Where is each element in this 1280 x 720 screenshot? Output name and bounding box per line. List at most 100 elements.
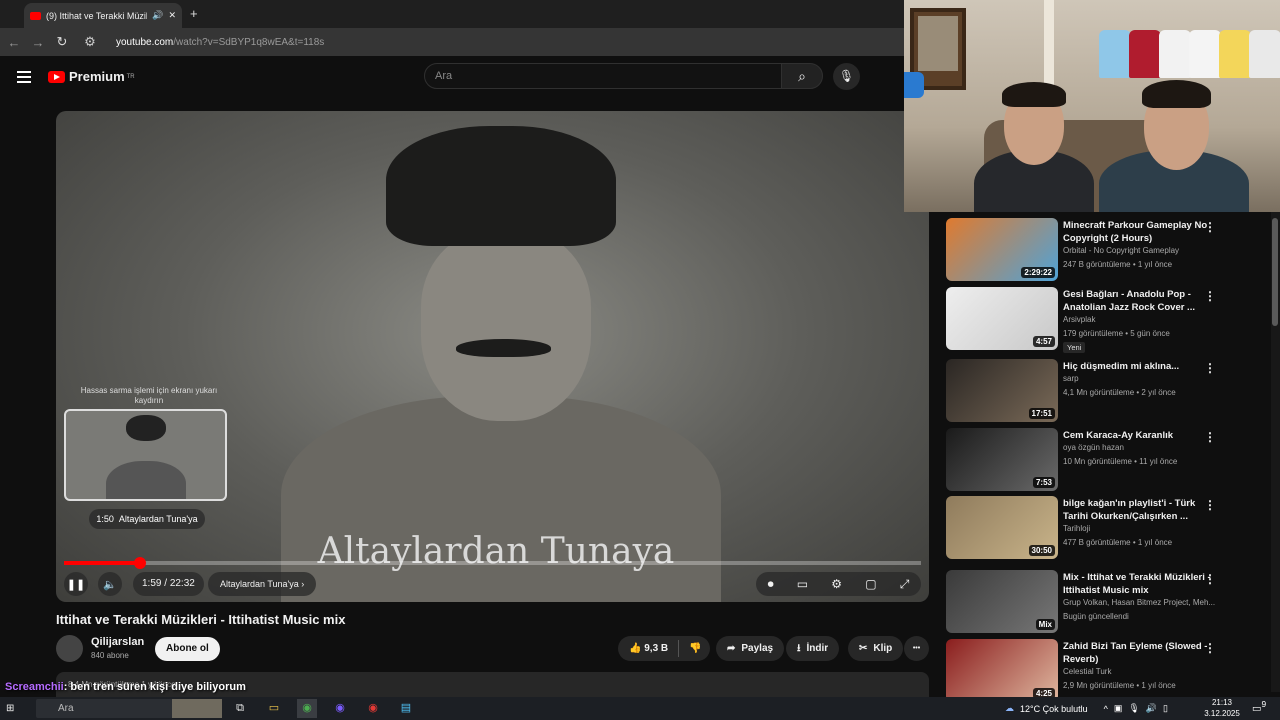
more-vert-icon[interactable]: ⋮ xyxy=(1204,220,1216,234)
video-title[interactable]: Hiç düşmedim mi aklına... xyxy=(1063,360,1223,373)
video-thumbnail[interactable]: 7:53 xyxy=(946,428,1058,491)
task-view-icon[interactable]: ⧉ xyxy=(230,699,250,718)
video-thumbnail[interactable]: 2:29:22 xyxy=(946,218,1058,281)
weather-text[interactable]: 12°C Çok bulutlu xyxy=(1020,704,1088,714)
file-explorer-icon[interactable]: ▭ xyxy=(264,699,284,718)
video-channel[interactable]: Orbital - No Copyright Gameplay xyxy=(1063,246,1179,255)
browser-tab[interactable]: (9) Ittihat ve Terakki Müzikle 🔊 ✕ xyxy=(24,3,182,28)
jersey xyxy=(1129,30,1161,78)
video-title[interactable]: Minecraft Parkour Gameplay No Copyright … xyxy=(1063,219,1223,245)
clip-label: Klip xyxy=(873,643,893,654)
channel-avatar[interactable] xyxy=(56,635,83,662)
video-overlay-title: Altaylardan Tunaya xyxy=(317,531,675,572)
chrome-icon[interactable]: ◉ xyxy=(297,699,317,718)
video-channel[interactable]: Celestial Turk xyxy=(1063,667,1111,676)
seek-hint: Hassas sarma işlemi için ekranı yukarı k… xyxy=(80,386,218,405)
taskbar-clock[interactable]: 21:13 3.12.2025 xyxy=(1202,697,1242,719)
video-title[interactable]: Cem Karaca-Ay Karanlık xyxy=(1063,429,1223,442)
site-info-icon[interactable]: ⚙ xyxy=(78,34,102,50)
tray-chevron-icon[interactable]: ^ xyxy=(1104,704,1108,714)
video-channel[interactable]: Tarihloji xyxy=(1063,524,1090,533)
video-thumbnail[interactable]: 17:51 xyxy=(946,359,1058,422)
video-thumbnail[interactable]: 30:50 xyxy=(946,496,1058,559)
subscribe-button[interactable]: Abone ol xyxy=(155,637,220,661)
clip-button[interactable]: ✂ Klip xyxy=(848,636,904,661)
video-title[interactable]: Zahid Bizi Tan Eyleme (Slowed - Reverb) xyxy=(1063,640,1223,666)
recommended-video[interactable]: 17:51 Hiç düşmedim mi aklına... sarp 4,1 Mn… xyxy=(946,359,1256,423)
video-duration: 4:57 xyxy=(1032,336,1055,347)
search-button[interactable]: ⌕ xyxy=(781,63,823,89)
video-channel[interactable]: Grup Volkan, Hasan Bitmez Project, Meh..… xyxy=(1063,598,1215,607)
recommended-video[interactable]: 4:25 Zahid Bizi Tan Eyleme (Slowed - Reve… xyxy=(946,639,1256,703)
forward-icon[interactable]: → xyxy=(26,35,50,50)
video-meta: Bugün güncellendi xyxy=(1063,612,1129,621)
player-right-controls: ⏺ ▭ ⚙ ▢ ⤢ xyxy=(756,572,921,596)
download-button[interactable]: ⭳ İndir xyxy=(786,636,840,661)
subtitles-icon[interactable]: ▭ xyxy=(797,577,808,591)
video-title[interactable]: Gesi Bağları - Anadolu Pop - Anatolian J… xyxy=(1063,288,1223,314)
voice-search-button[interactable]: 🎙 xyxy=(833,63,860,90)
dislike-button[interactable]: 👎 xyxy=(689,636,701,661)
start-icon[interactable]: ⊞ xyxy=(6,703,14,714)
like-button[interactable]: 👍 9,3 B xyxy=(629,636,668,661)
video-title: Ittihat ve Terakki Müzikleri - Ittihatis… xyxy=(56,612,346,627)
url-field[interactable]: youtube.com/watch?v=SdBYP1q8wEA&t=118s xyxy=(116,37,324,48)
video-title[interactable]: bilge kağan'ın playlist'i - Türk Tarihi … xyxy=(1063,497,1223,523)
chrome-dev-icon[interactable]: ◉ xyxy=(363,699,383,718)
speaker-icon[interactable]: 🔊 xyxy=(152,10,163,21)
reload-icon[interactable]: ↻ xyxy=(50,34,74,50)
video-player[interactable]: Altaylardan Tunaya Hassas sarma işlemi i… xyxy=(56,111,929,602)
menu-icon[interactable] xyxy=(17,71,31,83)
scrollbar-thumb[interactable] xyxy=(1272,218,1278,326)
more-vert-icon[interactable]: ⋮ xyxy=(1204,572,1216,586)
video-channel[interactable]: sarp xyxy=(1063,374,1079,383)
more-vert-icon[interactable]: ⋮ xyxy=(1204,361,1216,375)
theater-mode-icon[interactable]: ▢ xyxy=(865,577,876,591)
more-vert-icon[interactable]: ⋮ xyxy=(1204,641,1216,655)
notification-button[interactable]: ▭9 xyxy=(1252,699,1266,714)
chapter-button[interactable]: Altaylardan Tuna'ya › xyxy=(208,572,317,596)
recommended-video[interactable]: 30:50 bilge kağan'ın playlist'i - Türk Ta… xyxy=(946,496,1256,560)
youtube-logo[interactable]: Premium TR xyxy=(48,69,135,84)
volume-button[interactable]: 🔈 xyxy=(98,572,122,596)
share-icon: ➦ xyxy=(727,643,736,654)
share-button[interactable]: ➦ Paylaş xyxy=(716,636,785,661)
tab-close-icon[interactable]: ✕ xyxy=(168,10,176,21)
channel-name[interactable]: Qilijarslan xyxy=(91,636,144,648)
battery-icon[interactable]: ▯ xyxy=(1163,703,1168,714)
progress-scrubber[interactable] xyxy=(134,557,147,569)
pause-button[interactable]: ❚❚ xyxy=(64,572,88,596)
video-channel[interactable]: oya özgün hazan xyxy=(1063,443,1124,452)
search-input[interactable]: Ara xyxy=(424,63,782,89)
network-icon[interactable]: ▣ xyxy=(1114,703,1123,714)
video-channel[interactable]: Arsivplak xyxy=(1063,315,1095,324)
app-icon[interactable]: ▤ xyxy=(396,699,416,718)
more-actions-button[interactable]: ••• xyxy=(904,636,929,661)
chrome-profile-icon[interactable]: ◉ xyxy=(330,699,350,718)
recommended-video[interactable]: 2:29:22 Minecraft Parkour Gameplay No Cop… xyxy=(946,218,1256,282)
mic-tray-icon[interactable]: 🎙 xyxy=(1128,703,1139,714)
recommended-video[interactable]: Mix Mix - Ittihat ve Terakki Müzikleri - … xyxy=(946,570,1256,634)
seek-preview-thumbnail xyxy=(64,409,227,501)
settings-icon[interactable]: ⚙ xyxy=(831,577,842,591)
more-vert-icon[interactable]: ⋮ xyxy=(1204,430,1216,444)
video-title[interactable]: Mix - Ittihat ve Terakki Müzikleri - Itt… xyxy=(1063,571,1223,597)
video-thumbnail[interactable]: Mix xyxy=(946,570,1058,633)
video-thumbnail[interactable]: 4:25 xyxy=(946,639,1058,702)
preview-chapter: Altaylardan Tuna'ya xyxy=(118,514,198,524)
weather-icon: ☁ xyxy=(1005,703,1014,713)
time-total: 22:32 xyxy=(169,578,195,589)
webcam-overlay xyxy=(904,0,1280,212)
volume-tray-icon[interactable]: 🔊 xyxy=(1146,703,1157,714)
more-vert-icon[interactable]: ⋮ xyxy=(1204,289,1216,303)
progress-bar[interactable] xyxy=(64,561,921,565)
back-icon[interactable]: ← xyxy=(2,35,26,50)
more-vert-icon[interactable]: ⋮ xyxy=(1204,498,1216,512)
autoplay-toggle-icon[interactable]: ⏺ xyxy=(768,577,774,592)
download-label: İndir xyxy=(806,643,829,654)
fullscreen-icon[interactable]: ⤢ xyxy=(900,577,910,592)
new-tab-button[interactable]: + xyxy=(190,6,198,21)
recommended-video[interactable]: 4:57 Gesi Bağları - Anadolu Pop - Anatoli… xyxy=(946,287,1256,353)
recommended-video[interactable]: 7:53 Cem Karaca-Ay Karanlık oya özgün haza… xyxy=(946,428,1256,492)
video-thumbnail[interactable]: 4:57 xyxy=(946,287,1058,350)
